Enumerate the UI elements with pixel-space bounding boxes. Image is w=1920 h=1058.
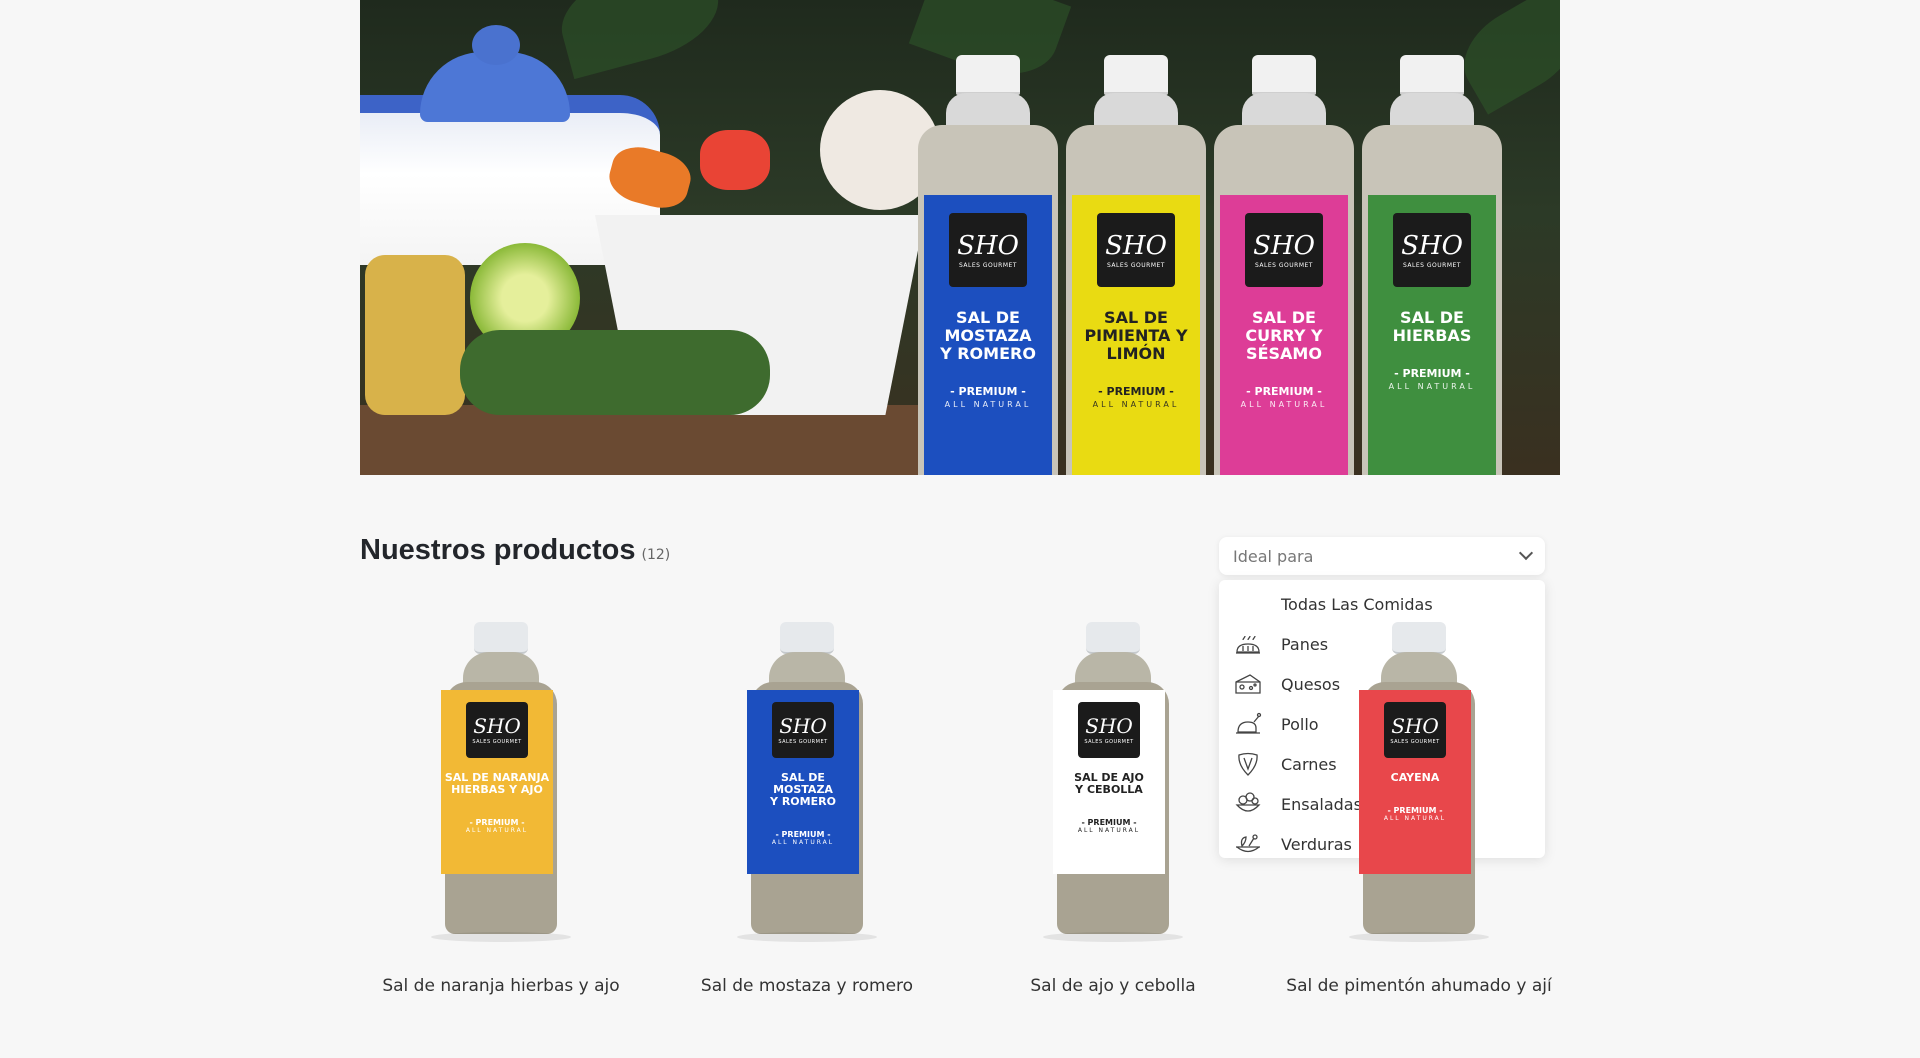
blank-icon bbox=[1233, 589, 1263, 619]
brand-logo: SHO SALES GOURMET bbox=[1078, 702, 1140, 758]
bottle-label: SHO SALES GOURMET SAL DE MOSTAZA Y ROMERO… bbox=[924, 195, 1052, 475]
bottle-name: SAL DE MOSTAZA Y ROMERO bbox=[940, 308, 1036, 363]
brand-logo: SHO SALES GOURMET bbox=[772, 702, 834, 758]
brand-logo: SHO SALES GOURMET bbox=[1245, 213, 1323, 287]
product-image: SHO SALES GOURMET SAL DE MOSTAZA Y ROMERO… bbox=[737, 622, 877, 942]
bottle-label: SHO SALES GOURMET SAL DE CURRY Y SÉSAMO -… bbox=[1220, 195, 1348, 475]
menu-item-todas[interactable]: Todas Las Comidas bbox=[1219, 584, 1545, 624]
select-placeholder: Ideal para bbox=[1233, 546, 1314, 566]
hero-bottle: SHO SALES GOURMET SAL DE PIMIENTA Y LIMÓN… bbox=[1066, 55, 1206, 475]
product-image: SHO SALES GOURMET SAL DE AJO Y CEBOLLA - … bbox=[1043, 622, 1183, 942]
product-name[interactable]: Sal de ajo y cebolla bbox=[963, 976, 1263, 996]
page-title: Nuestros productos bbox=[360, 534, 636, 566]
product-card[interactable]: SHO SALES GOURMET CAYENA - PREMIUM - ALL … bbox=[1269, 622, 1569, 1002]
product-count: (12) bbox=[641, 547, 671, 563]
greens bbox=[460, 330, 770, 415]
bottle-label: SHO SALES GOURMET SAL DE AJO Y CEBOLLA - … bbox=[1053, 690, 1165, 874]
bottle-label: SHO SALES GOURMET CAYENA - PREMIUM - ALL … bbox=[1359, 690, 1471, 874]
product-card[interactable]: SHO SALES GOURMET SAL DE AJO Y CEBOLLA - … bbox=[963, 622, 1263, 1002]
bottle-name: SAL DE HIERBAS bbox=[1392, 308, 1472, 345]
product-name[interactable]: Sal de mostaza y romero bbox=[657, 976, 957, 996]
brand-logo: SHO SALES GOURMET bbox=[1384, 702, 1446, 758]
bottle-name: SAL DE PIMIENTA Y LIMÓN bbox=[1084, 308, 1188, 363]
product-card[interactable]: SHO SALES GOURMET SAL DE NARANJA HIERBAS … bbox=[351, 622, 651, 1002]
pepper bbox=[700, 130, 770, 190]
hero-bottle: SHO SALES GOURMET SAL DE HIERBAS - PREMIU… bbox=[1362, 55, 1502, 475]
leaf-decoration bbox=[551, 0, 729, 80]
bottle-label: SHO SALES GOURMET SAL DE PIMIENTA Y LIMÓN… bbox=[1072, 195, 1200, 475]
bottle-label: SHO SALES GOURMET SAL DE HIERBAS - PREMIU… bbox=[1368, 195, 1496, 475]
bottle-label: SHO SALES GOURMET SAL DE NARANJA HIERBAS … bbox=[441, 690, 553, 874]
hero-bottle: SHO SALES GOURMET SAL DE CURRY Y SÉSAMO -… bbox=[1214, 55, 1354, 475]
product-card[interactable]: SHO SALES GOURMET SAL DE MOSTAZA Y ROMERO… bbox=[657, 622, 957, 1002]
product-image: SHO SALES GOURMET SAL DE NARANJA HIERBAS … bbox=[431, 622, 571, 942]
bottle-label: SHO SALES GOURMET SAL DE MOSTAZA Y ROMERO… bbox=[747, 690, 859, 874]
hero-banner: SHO SALES GOURMET SAL DE MOSTAZA Y ROMERO… bbox=[360, 0, 1560, 475]
rice bbox=[365, 255, 465, 415]
section-header: Nuestros productos (12) bbox=[360, 534, 670, 567]
product-name[interactable]: Sal de pimentón ahumado y ají bbox=[1269, 976, 1569, 996]
chevron-down-icon bbox=[1518, 545, 1534, 561]
pot-knob bbox=[472, 25, 520, 65]
brand-logo: SHO SALES GOURMET bbox=[1393, 213, 1471, 287]
ideal-para-select[interactable]: Ideal para bbox=[1219, 537, 1545, 575]
brand-logo: SHO SALES GOURMET bbox=[1097, 213, 1175, 287]
brand-logo: SHO SALES GOURMET bbox=[949, 213, 1027, 287]
brand-logo: SHO SALES GOURMET bbox=[466, 702, 528, 758]
wooden-board bbox=[360, 405, 940, 475]
hero-bottle: SHO SALES GOURMET SAL DE MOSTAZA Y ROMERO… bbox=[918, 55, 1058, 475]
product-image: SHO SALES GOURMET CAYENA - PREMIUM - ALL … bbox=[1349, 622, 1489, 942]
bottle-name: SAL DE CURRY Y SÉSAMO bbox=[1245, 308, 1323, 363]
product-name[interactable]: Sal de naranja hierbas y ajo bbox=[351, 976, 651, 996]
